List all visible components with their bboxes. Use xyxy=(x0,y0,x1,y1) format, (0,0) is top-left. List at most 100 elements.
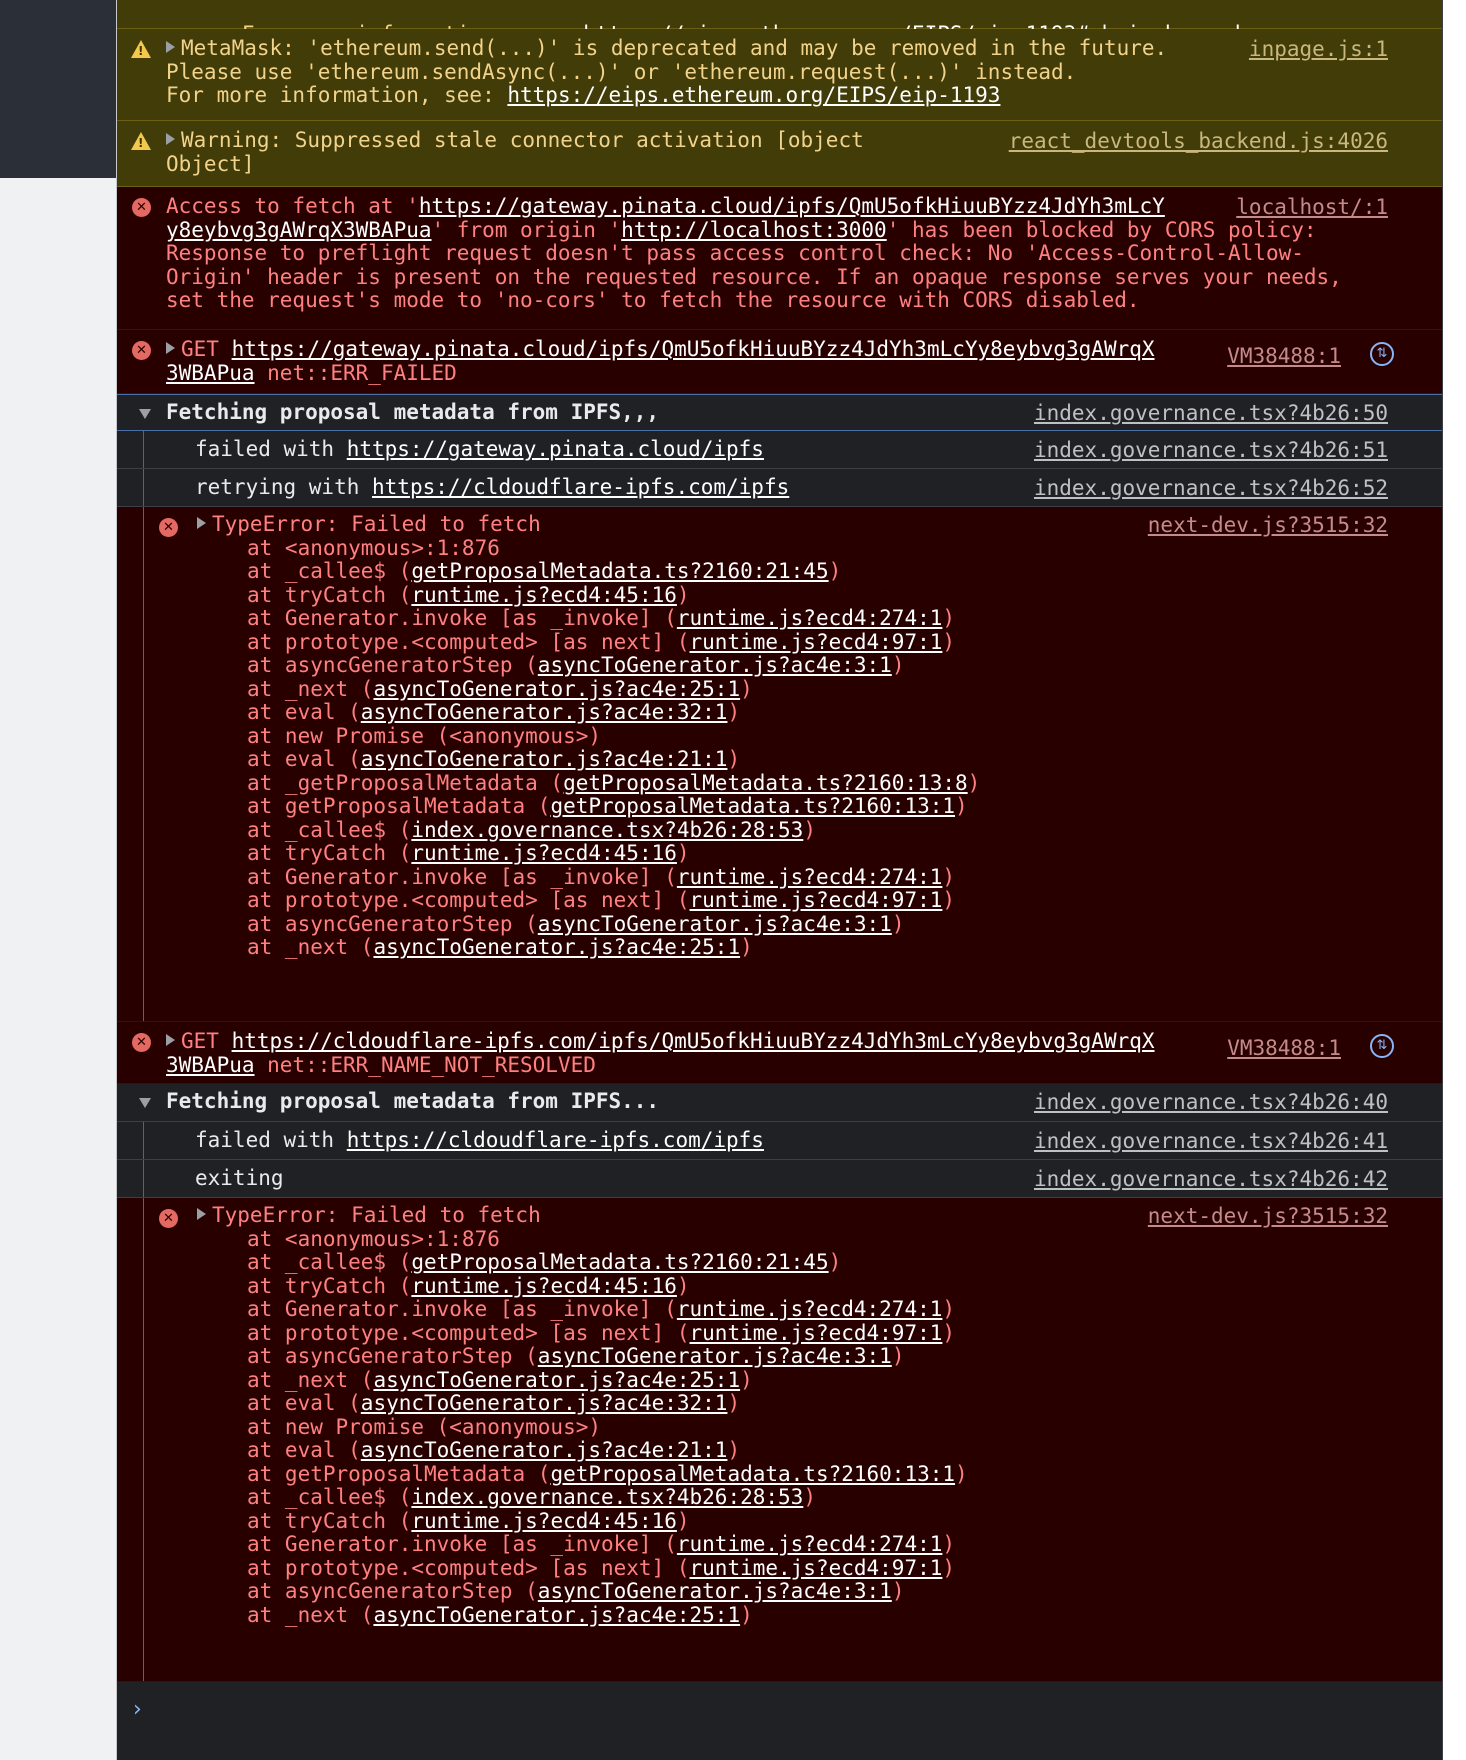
message-link[interactable]: https://eips.ethereum.org/EIPS/eip-1193 xyxy=(507,83,1000,107)
console-input[interactable]: › xyxy=(117,1685,1442,1760)
frame-text: ) xyxy=(676,841,690,865)
frame-source-link[interactable]: runtime.js?ecd4:45:16 xyxy=(411,1274,677,1298)
frame-source-link[interactable]: asyncToGenerator.js?ac4e:3:1 xyxy=(538,653,892,677)
message-link[interactable]: https://gateway.pinata.cloud/ipfs xyxy=(347,437,764,461)
error-icon xyxy=(132,341,151,360)
stack-frame: at new Promise (<anonymous>) xyxy=(117,723,1442,749)
source-link[interactable]: next-dev.js?3515:32 xyxy=(1148,1204,1388,1228)
frame-source-link[interactable]: runtime.js?ecd4:45:16 xyxy=(411,841,677,865)
error-header: TypeError: Failed to fetch xyxy=(212,512,541,536)
frame-source-link[interactable]: getProposalMetadata.ts?2160:13:1 xyxy=(550,1462,955,1486)
message-text: Please use 'ethereum.sendAsync(...)' or … xyxy=(166,59,1077,84)
stack-frame: at <anonymous>:1:876 xyxy=(117,536,1442,561)
frame-source-link[interactable]: runtime.js?ecd4:274:1 xyxy=(677,1297,943,1321)
source-link[interactable]: index.governance.tsx?4b26:42 xyxy=(1034,1167,1388,1191)
message-text: Object] xyxy=(166,151,255,176)
frame-text: ) xyxy=(942,1532,956,1556)
frame-source-link[interactable]: asyncToGenerator.js?ac4e:25:1 xyxy=(373,1368,740,1392)
message-link[interactable]: https://cldoudflare-ipfs.com/ipfs xyxy=(347,1128,764,1152)
frame-source-link[interactable]: getProposalMetadata.ts?2160:13:8 xyxy=(563,771,968,795)
source-link[interactable]: react_devtools_backend.js:4026 xyxy=(1009,129,1388,153)
frame-text: ) xyxy=(740,676,753,701)
frame-source-link[interactable]: runtime.js?ecd4:274:1 xyxy=(677,606,943,630)
frame-text: at getProposalMetadata ( xyxy=(247,794,551,818)
source-link[interactable]: localhost/:1 xyxy=(1236,195,1388,219)
message-link[interactable]: https://cldoudflare-ipfs.com/ipfs xyxy=(372,475,789,499)
frame-source-link[interactable]: runtime.js?ecd4:97:1 xyxy=(690,888,943,912)
stack-frame: at asyncGeneratorStep (asyncToGenerator.… xyxy=(117,911,1442,937)
source-link[interactable]: inpage.js:1 xyxy=(1249,37,1388,61)
frame-source-link[interactable]: getProposalMetadata.ts?2160:13:1 xyxy=(550,794,955,818)
frame-text: at asyncGeneratorStep ( xyxy=(247,911,538,936)
source-link[interactable]: next-dev.js?3515:32 xyxy=(1148,513,1388,537)
frame-source-link[interactable]: index.governance.tsx?4b26:28:53 xyxy=(411,1485,803,1509)
frame-text: ) xyxy=(891,1579,905,1603)
console-warning-partial: For more information, see: https://eips.… xyxy=(117,0,1442,45)
collapse-triangle-icon[interactable] xyxy=(139,1098,151,1108)
frame-source-link[interactable]: asyncToGenerator.js?ac4e:32:1 xyxy=(361,700,728,724)
request-method: GET xyxy=(181,337,232,361)
frame-source-link[interactable]: runtime.js?ecd4:45:16 xyxy=(411,583,677,607)
frame-source-link[interactable]: runtime.js?ecd4:97:1 xyxy=(690,1556,943,1580)
frame-source-link[interactable]: asyncToGenerator.js?ac4e:25:1 xyxy=(373,1603,740,1627)
stack-frame: at Generator.invoke [as _invoke] (runtim… xyxy=(117,1532,1442,1557)
request-url-link[interactable]: 3WBAPua xyxy=(166,1053,255,1077)
frame-text: ) xyxy=(942,629,956,654)
expand-triangle-icon[interactable] xyxy=(166,133,175,145)
frame-source-link[interactable]: getProposalMetadata.ts?2160:21:45 xyxy=(411,1250,828,1274)
frame-source-link[interactable]: asyncToGenerator.js?ac4e:21:1 xyxy=(361,747,728,771)
network-panel-icon[interactable]: ⇅ xyxy=(1370,342,1394,366)
source-link[interactable]: index.governance.tsx?4b26:41 xyxy=(1034,1129,1388,1153)
collapse-triangle-icon[interactable] xyxy=(139,409,151,419)
stack-frame: at tryCatch (runtime.js?ecd4:45:16) xyxy=(117,841,1442,866)
frame-source-link[interactable]: runtime.js?ecd4:274:1 xyxy=(677,1532,943,1556)
expand-triangle-icon[interactable] xyxy=(197,1208,206,1220)
source-link[interactable]: VM38488:1 xyxy=(1227,344,1341,368)
request-url-link[interactable]: https://gateway.pinata.cloud/ipfs/QmU5of… xyxy=(232,337,1155,361)
frame-source-link[interactable]: asyncToGenerator.js?ac4e:3:1 xyxy=(538,912,892,936)
frame-text: at asyncGeneratorStep ( xyxy=(247,1344,538,1368)
message-text: MetaMask: 'ethereum.send(...)' is deprec… xyxy=(181,36,1168,60)
network-panel-icon[interactable]: ⇅ xyxy=(1370,1034,1394,1058)
frame-source-link[interactable]: runtime.js?ecd4:97:1 xyxy=(690,630,943,654)
source-link[interactable]: index.governance.tsx?4b26:40 xyxy=(1034,1090,1388,1114)
frame-source-link[interactable]: asyncToGenerator.js?ac4e:21:1 xyxy=(361,1438,728,1462)
frame-source-link[interactable]: runtime.js?ecd4:274:1 xyxy=(677,865,943,889)
expand-triangle-icon[interactable] xyxy=(166,41,175,53)
expand-triangle-icon[interactable] xyxy=(166,342,175,354)
source-link[interactable]: index.governance.tsx?4b26:51 xyxy=(1034,438,1388,462)
expand-triangle-icon[interactable] xyxy=(197,517,206,529)
message-link[interactable]: https://gateway.pinata.cloud/ipfs/QmU5of… xyxy=(419,194,1165,218)
frame-text: at new Promise (<anonymous>) xyxy=(247,1414,602,1439)
frame-source-link[interactable]: runtime.js?ecd4:45:16 xyxy=(411,1509,677,1533)
source-link[interactable]: index.governance.tsx?4b26:50 xyxy=(1034,401,1388,425)
source-link[interactable]: VM38488:1 xyxy=(1227,1036,1341,1060)
stack-frame: at Generator.invoke [as _invoke] (runtim… xyxy=(117,865,1442,890)
frame-source-link[interactable]: asyncToGenerator.js?ac4e:3:1 xyxy=(538,1579,892,1603)
frame-source-link[interactable]: asyncToGenerator.js?ac4e:25:1 xyxy=(373,677,740,701)
group-guide-line xyxy=(143,431,144,468)
frame-source-link[interactable]: asyncToGenerator.js?ac4e:25:1 xyxy=(373,935,740,959)
stack-frame: at _next (asyncToGenerator.js?ac4e:25:1) xyxy=(117,1603,1442,1628)
frame-source-link[interactable]: asyncToGenerator.js?ac4e:32:1 xyxy=(361,1391,728,1415)
source-link[interactable]: index.governance.tsx?4b26:52 xyxy=(1034,476,1388,500)
group-guide-line xyxy=(143,469,144,506)
request-url-link[interactable]: 3WBAPua xyxy=(166,361,255,385)
frame-source-link[interactable]: index.governance.tsx?4b26:28:53 xyxy=(411,818,803,842)
expand-triangle-icon[interactable] xyxy=(166,1034,175,1046)
origin-link[interactable]: http://localhost:3000 xyxy=(621,218,887,242)
stack-frame: at _getProposalMetadata (getProposalMeta… xyxy=(117,771,1442,796)
frame-source-link[interactable]: runtime.js?ecd4:97:1 xyxy=(690,1321,943,1345)
frame-text: ) xyxy=(676,1273,690,1298)
console-group-header[interactable]: Fetching proposal metadata from IPFS... … xyxy=(117,1084,1442,1122)
frame-text: ) xyxy=(727,1391,741,1415)
message-link[interactable]: y8eybvg3gAWrqX3WBAPua xyxy=(166,218,432,242)
frame-text: ) xyxy=(955,1461,968,1486)
request-url-link[interactable]: https://cldoudflare-ipfs.com/ipfs/QmU5of… xyxy=(232,1029,1155,1053)
frame-text: at new Promise (<anonymous>) xyxy=(247,723,602,748)
frame-text: at _next ( xyxy=(247,935,374,959)
console-group-header[interactable]: Fetching proposal metadata from IPFS,,, … xyxy=(117,394,1442,431)
group-title: Fetching proposal metadata from IPFS,,, xyxy=(166,400,660,424)
frame-source-link[interactable]: asyncToGenerator.js?ac4e:3:1 xyxy=(538,1344,892,1368)
frame-source-link[interactable]: getProposalMetadata.ts?2160:21:45 xyxy=(411,559,828,583)
